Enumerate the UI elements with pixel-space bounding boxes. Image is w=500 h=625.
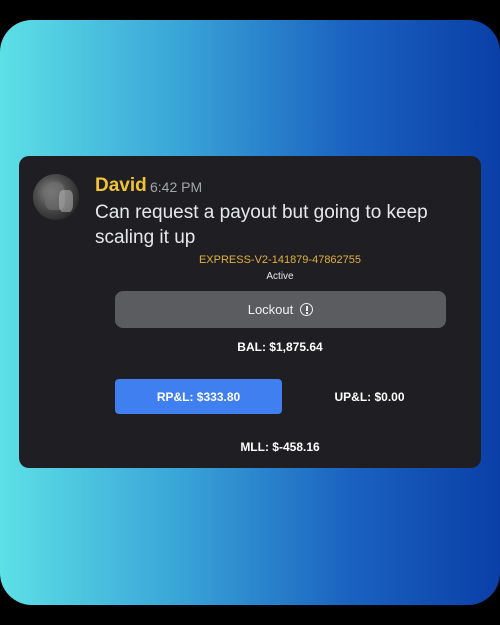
account-status: Active bbox=[266, 271, 294, 282]
mll-value: MLL: $-458.16 bbox=[240, 440, 320, 454]
unrealized-pnl-value: UP&L: $0.00 bbox=[282, 379, 457, 414]
lockout-label: Lockout bbox=[247, 302, 294, 317]
lockout-button[interactable]: Lockout bbox=[115, 291, 446, 328]
page: David 6:42 PM Can request a payout but g… bbox=[0, 0, 500, 625]
account-id: EXPRESS-V2-141879-47862755 bbox=[198, 254, 362, 266]
author-name[interactable]: David bbox=[95, 175, 147, 197]
unrealized-pnl-label: UP&L: $0.00 bbox=[334, 389, 405, 404]
message-card: David 6:42 PM Can request a payout but g… bbox=[19, 156, 481, 468]
message-timestamp: 6:42 PM bbox=[150, 179, 203, 195]
info-circle-icon bbox=[300, 303, 314, 316]
avatar[interactable] bbox=[33, 174, 79, 220]
balance-value: BAL: $1,875.64 bbox=[237, 340, 323, 354]
message-text: Can request a payout but going to keep s… bbox=[95, 202, 428, 248]
realized-pnl-button[interactable]: RP&L: $333.80 bbox=[115, 379, 282, 414]
realized-pnl-label: RP&L: $333.80 bbox=[156, 389, 241, 404]
